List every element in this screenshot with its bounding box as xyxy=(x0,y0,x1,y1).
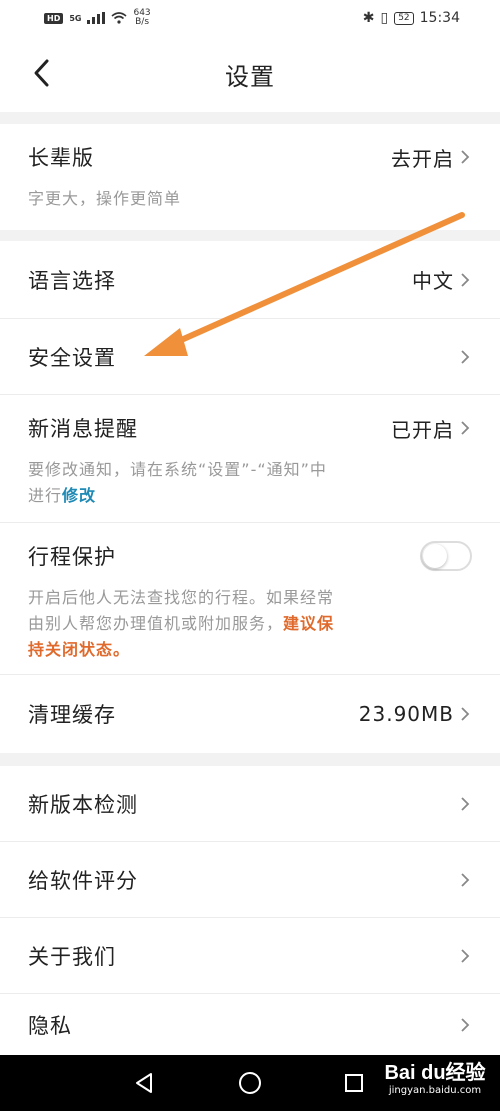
trip-desc-line2: 由别人帮您办理值机或附加服务， xyxy=(28,614,284,633)
chevron-right-icon xyxy=(461,872,470,887)
page-title: 设置 xyxy=(225,62,275,91)
elder-mode-action[interactable]: 去开启 xyxy=(391,143,472,172)
privacy-row[interactable]: 隐私 xyxy=(0,994,500,1055)
privacy-label: 隐私 xyxy=(28,1013,72,1038)
status-right: ✱ ▯ 52 15:34 xyxy=(363,10,460,26)
elder-section: 长辈版 去开启 字更大，操作更简单 xyxy=(0,124,500,230)
notify-desc-prefix: 进行 xyxy=(28,486,63,505)
notify-label: 新消息提醒 xyxy=(28,417,138,441)
system-nav-bar: Bai du经验 jingyan.baidu.com xyxy=(0,1055,500,1111)
rate-app-row[interactable]: 给软件评分 xyxy=(0,842,500,918)
trip-protect-label: 行程保护 xyxy=(28,545,116,569)
trip-protect-toggle[interactable] xyxy=(420,541,472,571)
watermark-brand: Bai du经验 xyxy=(384,1062,486,1084)
language-label: 语言选择 xyxy=(28,268,116,293)
hd-badge: HD xyxy=(44,12,64,24)
clear-cache-row[interactable]: 清理缓存 23.90MB xyxy=(0,675,500,753)
language-value: 中文 xyxy=(412,269,454,293)
notify-action[interactable]: 已开启 xyxy=(391,414,472,443)
chevron-right-icon xyxy=(461,272,470,287)
rate-app-label: 给软件评分 xyxy=(28,868,138,893)
vibrate-icon: ▯ xyxy=(380,10,389,26)
elder-mode-value: 去开启 xyxy=(391,146,454,171)
notify-desc: 要修改通知，请在系统“设置”-“通知”中 进行修改 xyxy=(28,457,472,509)
security-label: 安全设置 xyxy=(28,345,116,370)
status-bar: HD 5G 643 B/s ✱ ▯ 52 15:34 xyxy=(0,0,500,36)
speed-unit: B/s xyxy=(135,17,150,27)
about-us-label: 关于我们 xyxy=(28,944,116,969)
trip-desc-warning-1: 建议保 xyxy=(283,614,335,633)
bluetooth-icon: ✱ xyxy=(362,10,375,26)
battery-level: 52 xyxy=(398,12,410,23)
chevron-right-icon xyxy=(461,1017,470,1032)
nav-home-icon[interactable] xyxy=(238,1071,262,1095)
trip-protect-row: 行程保护 开启后他人无法查找您的行程。如果经常 由别人帮您办理值机或附加服务，建… xyxy=(0,523,500,675)
notify-value: 已开启 xyxy=(391,417,454,442)
elder-mode-row[interactable]: 长辈版 去开启 字更大，操作更简单 xyxy=(0,124,500,230)
security-row[interactable]: 安全设置 xyxy=(0,319,500,395)
nav-back-icon[interactable] xyxy=(132,1071,156,1095)
notify-row[interactable]: 新消息提醒 已开启 要修改通知，请在系统“设置”-“通知”中 进行修改 xyxy=(0,395,500,523)
notify-modify-link[interactable]: 修改 xyxy=(62,486,96,505)
network-speed: 643 B/s xyxy=(133,9,150,27)
chevron-right-icon xyxy=(461,707,470,721)
version-check-label: 新版本检测 xyxy=(28,792,138,817)
cache-size-value: 23.90MB xyxy=(358,702,454,726)
clock: 15:34 xyxy=(419,10,460,26)
wifi-icon xyxy=(111,12,128,24)
about-us-row[interactable]: 关于我们 xyxy=(0,918,500,994)
settings-section: 语言选择 中文 安全设置 新消息提醒 已开启 要修改通知，请在系统“设置”-“通… xyxy=(0,241,500,753)
chevron-right-icon xyxy=(461,349,470,364)
about-section: 新版本检测 给软件评分 关于我们 隐私 xyxy=(0,766,500,1055)
chevron-right-icon xyxy=(461,948,470,963)
top-nav: 设置 xyxy=(0,36,500,112)
clear-cache-label: 清理缓存 xyxy=(28,703,116,727)
network-type: 5G xyxy=(69,13,82,23)
language-row[interactable]: 语言选择 中文 xyxy=(0,241,500,319)
toggle-knob xyxy=(423,544,447,568)
clear-cache-action[interactable]: 23.90MB xyxy=(359,702,472,726)
language-action[interactable]: 中文 xyxy=(412,265,472,294)
signal-icon xyxy=(87,12,106,24)
back-arrow-icon[interactable] xyxy=(28,58,58,88)
trip-desc-line1: 开启后他人无法查找您的行程。如果经常 xyxy=(28,588,335,607)
trip-desc-warning-2: 持关闭状态。 xyxy=(28,640,131,659)
chevron-right-icon xyxy=(461,150,470,164)
notify-desc-line1: 要修改通知，请在系统“设置”-“通知”中 xyxy=(28,460,327,479)
watermark-url: jingyan.baidu.com xyxy=(388,1085,482,1096)
watermark: Bai du经验 jingyan.baidu.com xyxy=(380,1061,490,1096)
chevron-right-icon xyxy=(461,421,470,435)
nav-recents-icon[interactable] xyxy=(344,1073,364,1093)
elder-mode-label: 长辈版 xyxy=(28,146,94,170)
version-check-row[interactable]: 新版本检测 xyxy=(0,766,500,842)
battery-icon: 52 xyxy=(394,11,414,25)
trip-protect-desc: 开启后他人无法查找您的行程。如果经常 由别人帮您办理值机或附加服务，建议保 持关… xyxy=(28,585,472,663)
chevron-right-icon xyxy=(461,796,470,811)
elder-mode-desc: 字更大，操作更简单 xyxy=(28,189,182,208)
status-left: HD 5G 643 B/s xyxy=(44,9,151,27)
